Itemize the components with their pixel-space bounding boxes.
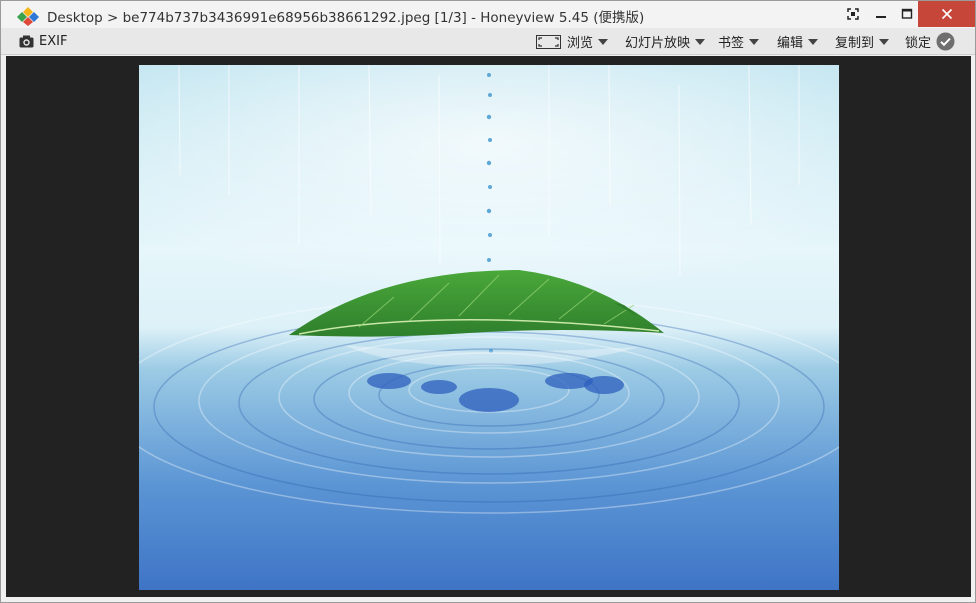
toolbar: EXIF 浏览 幻灯片放映 书签 编辑 复制到 锁定 [1, 28, 975, 55]
minimize-button[interactable] [867, 1, 895, 27]
copy-to-menu[interactable]: 复制到 [835, 28, 890, 55]
window-title: Desktop > be774b737b3436991e68956b386612… [47, 10, 645, 26]
checkmark-circle-icon [936, 32, 955, 51]
chevron-down-icon [695, 39, 706, 45]
frame-icon [536, 34, 561, 49]
app-window: Desktop > be774b737b3436991e68956b386612… [0, 0, 976, 603]
image-viewer[interactable] [6, 56, 971, 597]
title-bar[interactable]: Desktop > be774b737b3436991e68956b386612… [1, 1, 975, 28]
maximize-button[interactable] [893, 1, 921, 27]
bookmark-label: 书签 [718, 36, 745, 51]
browse-menu[interactable]: 浏览 [536, 28, 609, 55]
chevron-down-icon [879, 39, 890, 45]
fullscreen-button[interactable] [839, 1, 867, 27]
edit-label: 编辑 [777, 36, 804, 51]
browse-label: 浏览 [567, 36, 594, 51]
edit-menu[interactable]: 编辑 [777, 28, 819, 55]
displayed-image [139, 65, 839, 590]
chevron-down-icon [598, 39, 609, 45]
lock-toggle[interactable]: 锁定 [905, 28, 955, 55]
chevron-down-icon [808, 39, 819, 45]
copy-to-label: 复制到 [835, 36, 875, 51]
bookmark-menu[interactable]: 书签 [718, 28, 760, 55]
honeyview-logo-icon [15, 6, 41, 26]
lock-label: 锁定 [905, 36, 932, 51]
camera-icon [19, 35, 34, 48]
exif-label: EXIF [39, 34, 68, 49]
close-button[interactable] [918, 1, 975, 27]
chevron-down-icon [749, 39, 760, 45]
exif-button[interactable]: EXIF [19, 28, 67, 55]
minimize-icon [876, 16, 886, 18]
maximize-icon [901, 8, 913, 19]
fullscreen-icon [847, 8, 859, 20]
slideshow-menu[interactable]: 幻灯片放映 [625, 28, 706, 55]
close-icon [941, 8, 952, 20]
slideshow-label: 幻灯片放映 [625, 36, 691, 51]
